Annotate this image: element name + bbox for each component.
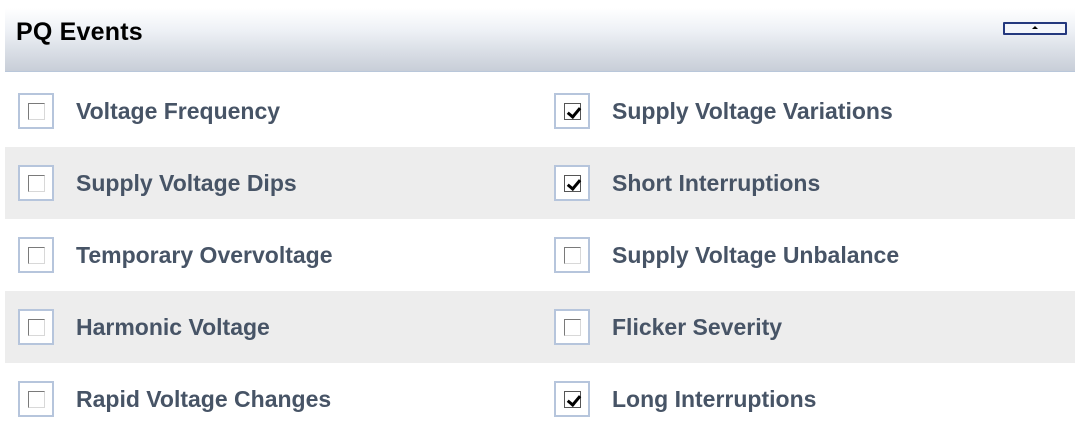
collapse-button[interactable] (1003, 22, 1067, 35)
event-option-short-interruptions[interactable]: Short Interruptions (554, 147, 820, 219)
event-option-long-interruptions[interactable]: Long Interruptions (554, 363, 816, 435)
checkbox-label: Supply Voltage Unbalance (612, 241, 900, 268)
checkbox-label: Supply Voltage Variations (612, 97, 893, 124)
checkbox-label: Long Interruptions (612, 385, 817, 412)
checkbox-supply-voltage-dips[interactable] (18, 165, 54, 201)
checkbox-flicker-severity[interactable] (554, 309, 590, 345)
panel-title: PQ Events (16, 18, 143, 46)
checkbox-label: Rapid Voltage Changes (76, 385, 332, 412)
event-option-supply-voltage-dips[interactable]: Supply Voltage Dips (18, 147, 297, 219)
event-option-supply-voltage-variations[interactable]: Supply Voltage Variations (554, 75, 893, 147)
event-row-4: Harmonic Voltage Flicker Severity (5, 291, 1075, 363)
event-option-harmonic-voltage[interactable]: Harmonic Voltage (18, 291, 270, 363)
checkbox-long-interruptions[interactable] (554, 381, 590, 417)
chevron-up-icon (1032, 26, 1038, 29)
checkbox-voltage-frequency[interactable] (18, 93, 54, 129)
checkbox-rapid-voltage-changes[interactable] (18, 381, 54, 417)
checkbox-label: Temporary Overvoltage (76, 241, 333, 268)
pq-events-panel: PQ Events Voltage Frequency Supply Volta… (5, 0, 1075, 430)
checkbox-supply-voltage-unbalance[interactable] (554, 237, 590, 273)
event-row-2: Supply Voltage Dips Short Interruptions (5, 147, 1075, 219)
checkbox-label: Harmonic Voltage (76, 313, 270, 340)
event-row-1: Voltage Frequency Supply Voltage Variati… (5, 75, 1075, 147)
event-option-temporary-overvoltage[interactable]: Temporary Overvoltage (18, 219, 333, 291)
event-option-rapid-voltage-changes[interactable]: Rapid Voltage Changes (18, 363, 331, 435)
event-row-5: Rapid Voltage Changes Long Interruptions (5, 363, 1075, 435)
checkbox-label: Flicker Severity (612, 313, 783, 340)
checkbox-short-interruptions[interactable] (554, 165, 590, 201)
event-option-flicker-severity[interactable]: Flicker Severity (554, 291, 782, 363)
checkbox-supply-voltage-variations[interactable] (554, 93, 590, 129)
event-row-3: Temporary Overvoltage Supply Voltage Unb… (5, 219, 1075, 291)
checkbox-harmonic-voltage[interactable] (18, 309, 54, 345)
panel-header: PQ Events (5, 8, 1075, 72)
event-option-supply-voltage-unbalance[interactable]: Supply Voltage Unbalance (554, 219, 899, 291)
event-option-voltage-frequency[interactable]: Voltage Frequency (18, 75, 280, 147)
checkbox-temporary-overvoltage[interactable] (18, 237, 54, 273)
checkbox-label: Supply Voltage Dips (76, 169, 297, 196)
checkbox-label: Short Interruptions (612, 169, 821, 196)
checkbox-label: Voltage Frequency (76, 97, 281, 124)
